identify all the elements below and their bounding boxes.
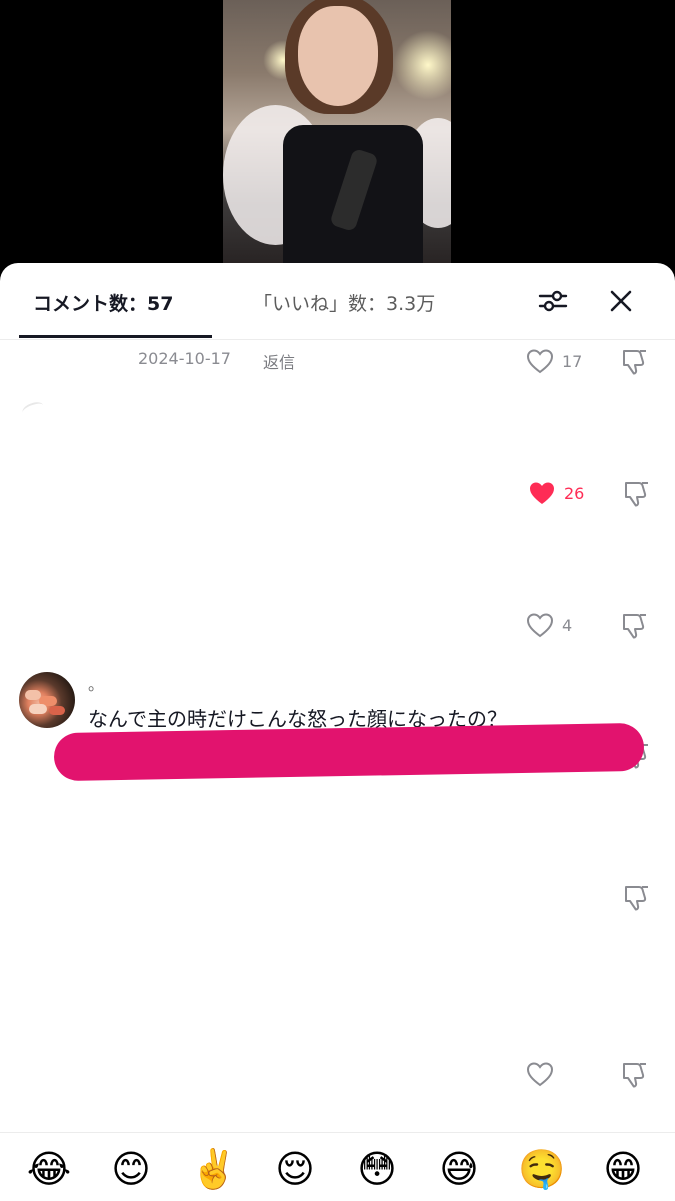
comment-date: 2024-10-17 [138,349,231,368]
thumbs-down-icon [625,482,648,507]
filter-button[interactable] [537,288,569,314]
heart-icon [530,482,554,504]
avatar-edge [20,399,46,419]
thumbs-down-icon [623,1063,646,1088]
like-button[interactable]: 17 [526,348,582,374]
close-button[interactable] [605,285,637,317]
like-count: 17 [562,351,583,371]
dislike-button[interactable] [620,347,650,377]
emoji-button[interactable]: 😁 [600,1146,646,1192]
close-icon [610,290,632,312]
thumbs-down-icon [623,350,646,375]
emoji-button[interactable]: 😊 [108,1146,154,1192]
emoji-button[interactable]: 😅 [436,1146,482,1192]
like-count: 26 [564,483,585,503]
dislike-button[interactable] [622,479,652,509]
like-count: 4 [562,615,573,635]
emoji-button[interactable]: 😂 [26,1146,72,1192]
dislike-button[interactable] [622,883,652,913]
tab-comments[interactable]: コメント数：57 [33,289,173,316]
like-button[interactable] [526,1061,562,1087]
avatar[interactable] [19,672,75,728]
video-player[interactable] [0,0,675,290]
emoji-button[interactable]: 😳 [354,1146,400,1192]
heart-icon [526,349,554,374]
thumbs-down-icon [623,614,646,639]
emoji-button[interactable]: 😌 [272,1146,318,1192]
reply-button[interactable]: 返信 [263,349,295,373]
video-frame [223,0,451,290]
like-button[interactable]: 26 [528,480,584,506]
sliders-icon [538,290,568,312]
heart-icon [526,613,554,638]
emoji-bar: 😂 😊 ✌️ 😌 😳 😅 🤤 😁 [0,1132,675,1201]
active-tab-indicator [19,335,212,338]
redaction-mark [53,722,645,782]
tab-likes[interactable]: 「いいね」数：3.3万 [253,289,435,316]
like-button[interactable]: 4 [526,612,572,638]
dislike-button[interactable] [620,1060,650,1090]
heart-icon [526,1062,554,1087]
emoji-button[interactable]: 🤤 [518,1146,565,1192]
thumbs-down-icon [625,886,648,911]
emoji-button[interactable]: ✌️ [190,1146,237,1192]
comments-header: コメント数：57 「いいね」数：3.3万 [0,263,675,340]
comment-username[interactable]: 。 [88,671,104,695]
dislike-button[interactable] [620,611,650,641]
